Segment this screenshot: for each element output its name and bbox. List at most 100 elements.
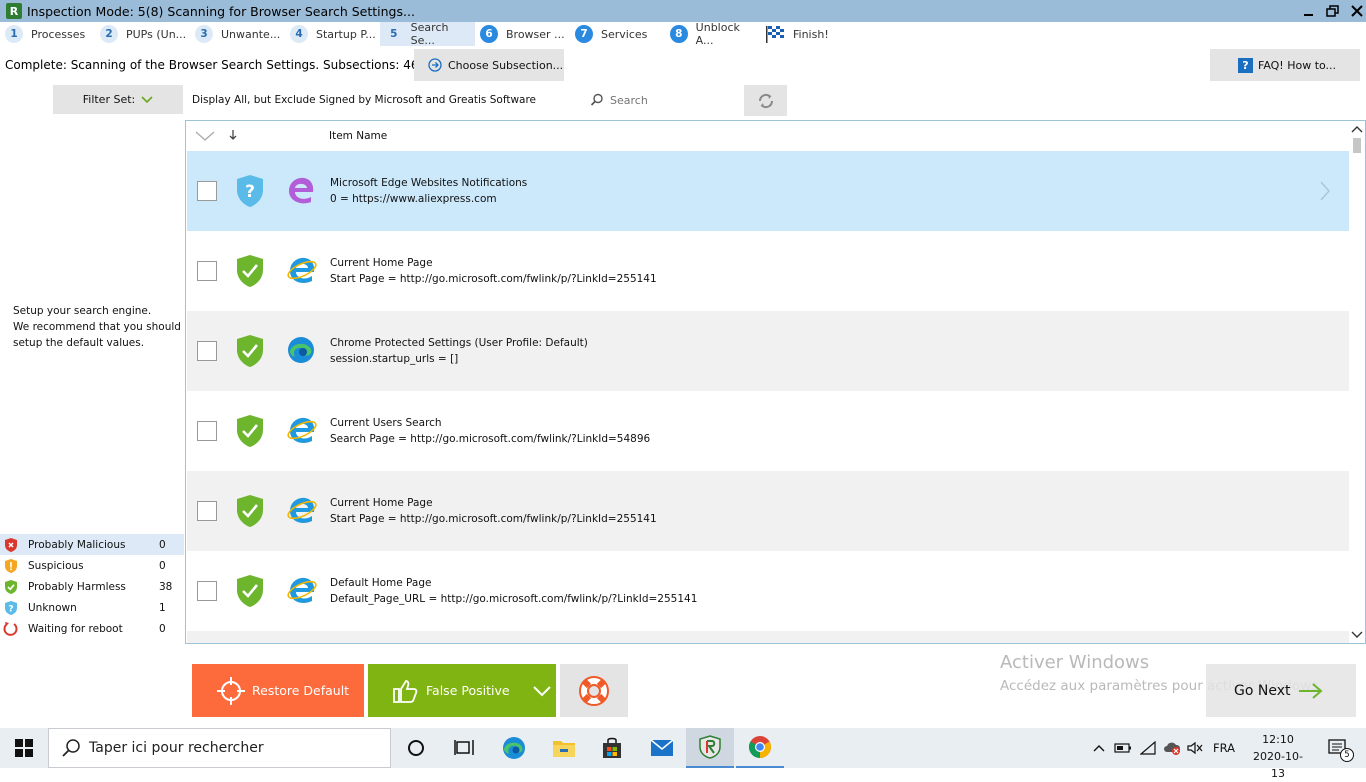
filter-set-dropdown[interactable]: Filter Set: xyxy=(53,85,183,114)
taskbar-mail[interactable] xyxy=(638,728,686,768)
step-label: Processes xyxy=(31,27,86,41)
go-next-button[interactable]: Go Next xyxy=(1206,664,1356,717)
chevron-right-icon[interactable] xyxy=(1319,180,1331,202)
list-header: Item Name xyxy=(186,121,1365,151)
close-button[interactable] xyxy=(1344,0,1366,22)
select-all-chevron-icon[interactable] xyxy=(194,130,216,142)
taskbar-rogue-killer[interactable] xyxy=(686,728,734,768)
list-row[interactable]: Chrome Protected Settings (User Profile:… xyxy=(187,311,1349,391)
step-startup[interactable]: 4 Startup P... xyxy=(285,22,380,46)
step-browser[interactable]: 6 Browser ... xyxy=(475,22,570,46)
maximize-button[interactable] xyxy=(1320,0,1346,22)
step-number: 6 xyxy=(480,25,498,43)
edge-legacy-icon xyxy=(289,177,314,204)
help-icon: ? xyxy=(1238,57,1253,73)
tray-wifi[interactable] xyxy=(1136,728,1160,768)
stat-probably-malicious[interactable]: Probably Malicious 0 xyxy=(0,534,184,555)
row-checkbox[interactable] xyxy=(197,181,217,201)
refresh-button[interactable] xyxy=(744,85,787,116)
row-checkbox[interactable] xyxy=(197,581,217,601)
help-lifebuoy-button[interactable] xyxy=(560,664,628,717)
taskbar-chrome[interactable] xyxy=(736,728,784,768)
faq-label: FAQ! How to... xyxy=(1258,58,1337,72)
tray-battery[interactable] xyxy=(1110,728,1136,768)
scroll-up-icon[interactable] xyxy=(1351,125,1363,133)
step-finish[interactable]: Finish! xyxy=(760,22,860,46)
step-number: 3 xyxy=(195,25,213,43)
search-input[interactable] xyxy=(610,93,730,107)
taskbar-search[interactable]: Taper ici pour rechercher xyxy=(48,728,391,768)
taskbar-file-explorer[interactable] xyxy=(540,728,588,768)
restore-window-icon xyxy=(1326,5,1339,17)
list-row[interactable]: ? Microsoft Edge Websites Notifications … xyxy=(187,151,1349,231)
taskbar-store[interactable] xyxy=(588,728,636,768)
stat-probably-harmless[interactable]: Probably Harmless 38 xyxy=(0,576,184,597)
tray-overflow-button[interactable] xyxy=(1088,728,1110,768)
scroll-down-icon[interactable] xyxy=(1351,631,1363,639)
false-positive-dropdown[interactable] xyxy=(528,664,556,717)
tray-cloud[interactable] xyxy=(1160,728,1184,768)
orange-shield-icon xyxy=(5,558,17,573)
step-processes[interactable]: 1 Processes xyxy=(0,22,95,46)
step-services[interactable]: 7 Services xyxy=(570,22,665,46)
unknown-shield-icon: ? xyxy=(237,175,263,207)
tray-language[interactable]: FRA xyxy=(1213,741,1235,755)
minimize-icon xyxy=(1304,14,1313,16)
list-row[interactable]: Current Home Page Start Page = http://go… xyxy=(187,231,1349,311)
list-row[interactable] xyxy=(187,631,1349,643)
taskbar-edge[interactable] xyxy=(490,728,538,768)
step-pups[interactable]: 2 PUPs (Un... xyxy=(95,22,190,46)
clock-date: 2020-10-13 xyxy=(1253,750,1303,780)
sort-arrow-icon[interactable] xyxy=(228,129,238,141)
step-unwanted[interactable]: 3 Unwante... xyxy=(190,22,285,46)
notifications-button[interactable]: 5 xyxy=(1318,728,1358,768)
row-name: Microsoft Edge Websites Notifications xyxy=(330,177,528,189)
edge-icon xyxy=(288,337,314,363)
harmless-shield-icon xyxy=(237,335,263,367)
row-name: Current Home Page xyxy=(330,257,433,269)
chrome-icon xyxy=(749,736,771,758)
filter-set-label: Filter Set: xyxy=(82,93,136,106)
tray-volume[interactable] xyxy=(1184,728,1206,768)
start-button[interactable] xyxy=(0,728,48,768)
search-icon xyxy=(590,93,603,106)
scroll-thumb[interactable] xyxy=(1353,138,1361,153)
scan-status: Complete: Scanning of the Browser Search… xyxy=(5,58,419,72)
mail-icon xyxy=(650,739,674,756)
restore-default-button[interactable]: Restore Default xyxy=(192,664,364,717)
faq-button[interactable]: ? FAQ! How to... xyxy=(1210,49,1360,81)
cloud-error-icon xyxy=(1164,742,1181,755)
choose-subsection-button[interactable]: Choose Subsection... xyxy=(414,49,564,81)
column-item-name[interactable]: Item Name xyxy=(329,130,387,142)
blue-shield-icon: ? xyxy=(5,600,17,615)
task-view-button[interactable] xyxy=(440,728,488,768)
tray-clock[interactable]: 12:10 2020-10-13 xyxy=(1248,731,1308,782)
search-box[interactable] xyxy=(588,86,738,114)
list-row[interactable]: Current Users Search Search Page = http:… xyxy=(187,391,1349,471)
list-row[interactable]: Default Home Page Default_Page_URL = htt… xyxy=(187,551,1349,631)
hint-line: setup the default values. xyxy=(13,337,145,349)
stat-waiting-reboot[interactable]: Waiting for reboot 0 xyxy=(0,618,184,639)
lifebuoy-icon xyxy=(579,675,609,706)
cortana-button[interactable] xyxy=(392,728,440,768)
step-label: PUPs (Un... xyxy=(126,27,187,41)
harmless-shield-icon xyxy=(237,495,263,527)
step-unblock[interactable]: 8 Unblock A... xyxy=(665,21,760,47)
row-checkbox[interactable] xyxy=(197,261,217,281)
stat-suspicious[interactable]: Suspicious 0 xyxy=(0,555,184,576)
step-search-settings[interactable]: 5 Search Se... xyxy=(380,21,475,47)
row-checkbox[interactable] xyxy=(197,421,217,441)
step-label: Services xyxy=(601,27,648,41)
list-scrollbar[interactable] xyxy=(1349,121,1365,643)
row-detail: Search Page = http://go.microsoft.com/fw… xyxy=(330,433,651,445)
clock-time: 12:10 xyxy=(1262,733,1294,746)
internet-explorer-icon xyxy=(287,577,317,603)
row-checkbox[interactable] xyxy=(197,341,217,361)
list-row[interactable]: Current Home Page Start Page = http://go… xyxy=(187,471,1349,551)
minimize-button[interactable] xyxy=(1296,0,1322,22)
row-name: Current Home Page xyxy=(330,497,433,509)
row-checkbox[interactable] xyxy=(197,501,217,521)
go-next-label: Go Next xyxy=(1234,682,1291,699)
stat-unknown[interactable]: ? Unknown 1 xyxy=(0,597,184,618)
false-positive-button[interactable]: False Positive xyxy=(368,664,556,717)
